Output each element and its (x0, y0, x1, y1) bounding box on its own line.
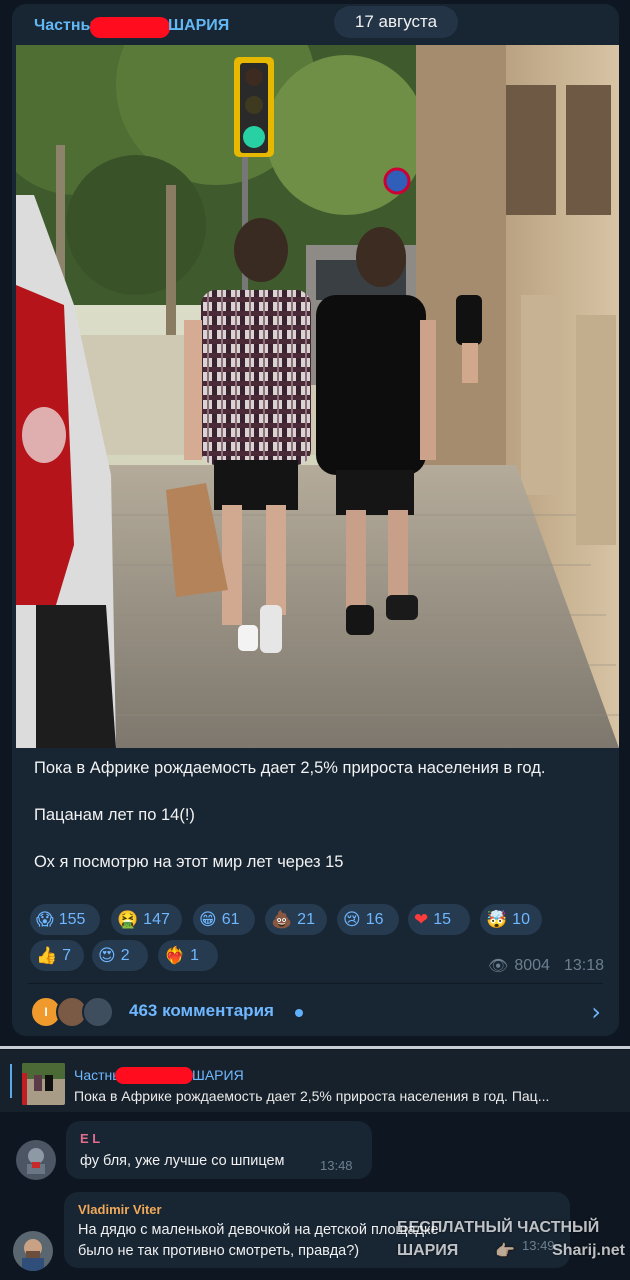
post-header: Частны ШАРИЯ (12, 4, 619, 46)
avatar[interactable] (13, 1231, 53, 1271)
reaction-pill[interactable]: 🤯 10 (480, 904, 542, 935)
post-meta: 👁 8004 13:18 (488, 956, 604, 976)
redaction-bar (115, 1067, 193, 1084)
pinned-thumbnail (22, 1063, 65, 1105)
reaction-pill[interactable]: ❤ 15 (408, 904, 470, 935)
mind-blown-emoji-icon: 🤯 (486, 909, 508, 930)
comments-count: 463 комментария (129, 1001, 274, 1020)
channel-name-tail[interactable]: ШАРИЯ (168, 17, 229, 35)
watermark: БЕСПЛАТНЫЙ ЧАСТНЫЙ ШАРИЯ 👉🏻 Sharij.net (397, 1216, 625, 1266)
vomit-emoji-icon: 🤮 (117, 909, 139, 930)
reaction-count: 21 (297, 910, 315, 928)
message-text: фу бля, уже лучше со шпицем (80, 1153, 285, 1169)
message-author[interactable]: E L (80, 1131, 100, 1146)
chevron-right-icon: › (591, 998, 601, 1026)
redaction-bar (90, 17, 170, 38)
reaction-count: 1 (190, 946, 200, 964)
reaction-count: 7 (62, 946, 72, 964)
pinned-accent-line (10, 1064, 12, 1098)
reaction-pill[interactable]: 😢 16 (337, 904, 399, 935)
comments-button[interactable]: I 463 комментария › (12, 988, 619, 1034)
watermark-line: Sharij.net (552, 1242, 625, 1259)
pinned-text: Пока в Африке рождаемость дает 2,5% прир… (74, 1088, 550, 1104)
post-photo[interactable] (16, 45, 619, 748)
reaction-count: 147 (143, 910, 170, 928)
watermark-line: БЕСПЛАТНЫЙ ЧАСТНЫЙ (397, 1219, 600, 1236)
pinned-message[interactable]: Частны ШАРИЯ Пока в Африке рождаемость д… (0, 1050, 630, 1112)
heart-emoji-icon: ❤ (414, 909, 429, 930)
scream-emoji-icon: 😱 (36, 909, 54, 930)
commenter-avatars: I (30, 996, 130, 1028)
channel-name[interactable]: Частны (34, 17, 94, 35)
message-text: было не так противно смотреть, правда?) (78, 1243, 360, 1259)
post-caption: Пока в Африке рождаемость дает 2,5% прир… (34, 756, 594, 875)
eye-icon: 👁 (488, 958, 509, 975)
cry-emoji-icon: 😢 (343, 909, 361, 930)
avatar (82, 996, 114, 1028)
views-count: 8004 (514, 957, 550, 974)
date-badge: 17 августа (334, 6, 458, 38)
reaction-count: 10 (512, 910, 530, 928)
message-bubble[interactable]: E L фу бля, уже лучше со шпицем 13:48 (66, 1121, 372, 1179)
reaction-pill[interactable]: 😱 155 (30, 904, 100, 935)
reaction-count: 61 (221, 910, 240, 928)
reaction-count: 2 (120, 946, 130, 964)
heart-on-fire-emoji-icon: ❤‍🔥 (164, 945, 186, 966)
caption-line: Ох я посмотрю на этот мир лет через 15 (34, 853, 344, 871)
pointing-hand-icon: 👉🏻 (495, 1241, 516, 1260)
reaction-count: 155 (58, 910, 86, 928)
heart-eyes-emoji-icon: 😍 (98, 945, 116, 966)
thumbs-up-emoji-icon: 👍 (36, 945, 58, 966)
caption-line: Пока в Африке рождаемость дает 2,5% прир… (34, 759, 546, 777)
reaction-count: 16 (365, 910, 384, 928)
caption-line: Пацанам лет по 14(!) (34, 806, 195, 824)
separator (0, 1046, 630, 1049)
reaction-pill[interactable]: 🤮 147 (111, 904, 182, 935)
pinned-title-tail: ШАРИЯ (192, 1067, 244, 1083)
reaction-pill[interactable]: 😁 61 (193, 904, 255, 935)
divider (28, 983, 603, 984)
poop-emoji-icon: 💩 (271, 909, 293, 930)
reaction-pill[interactable]: 💩 21 (265, 904, 327, 935)
avatar[interactable] (16, 1140, 56, 1180)
reaction-pill[interactable]: ❤‍🔥 1 (158, 940, 218, 971)
reaction-pill[interactable]: 👍 7 (30, 940, 84, 971)
message-text: На дядю с маленькой девочкой на детской … (78, 1222, 439, 1238)
grin-emoji-icon: 😁 (199, 909, 217, 930)
message-time: 13:48 (320, 1158, 353, 1173)
channel-post: Частны ШАРИЯ 17 августа Пока в Африке ро… (12, 4, 619, 1036)
message-author[interactable]: Vladimir Viter (78, 1202, 162, 1217)
watermark-line: ШАРИЯ (397, 1242, 459, 1259)
reaction-count: 15 (433, 910, 452, 928)
reaction-pill[interactable]: 😍 2 (92, 940, 148, 971)
unread-dot (295, 1009, 303, 1017)
post-time: 13:18 (563, 957, 604, 974)
